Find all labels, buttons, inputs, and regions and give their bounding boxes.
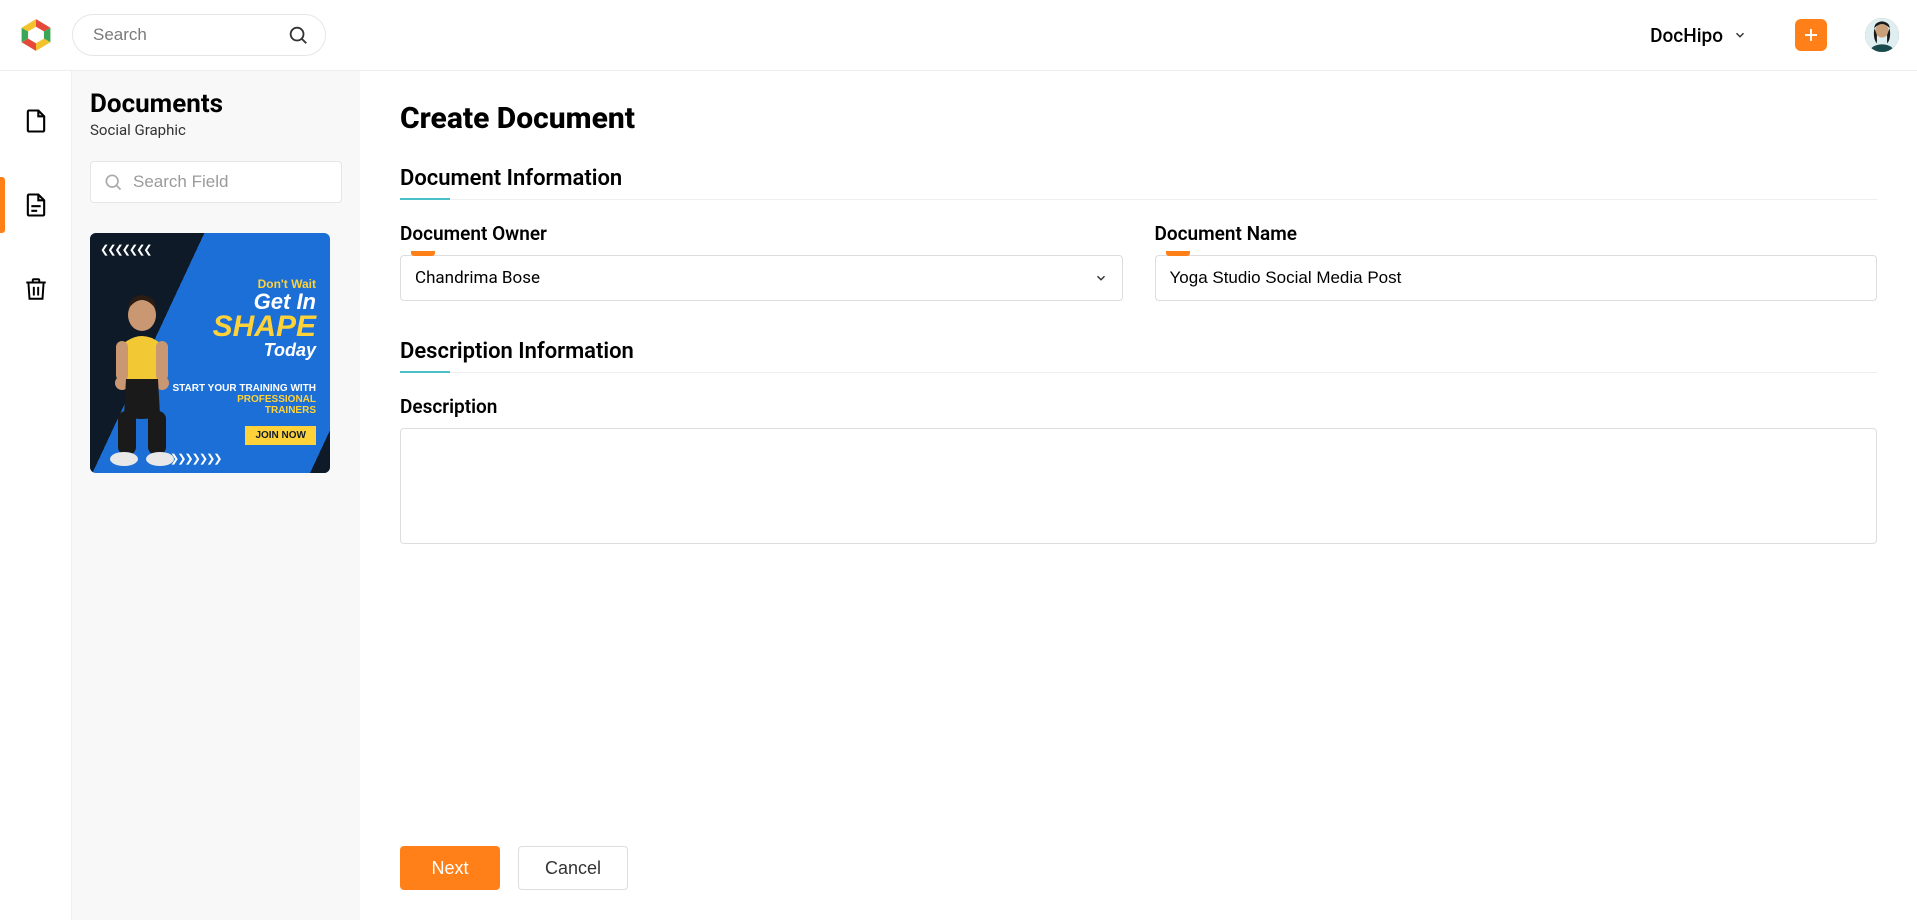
chevron-down-icon: [1094, 271, 1108, 285]
form-actions: Next Cancel: [400, 826, 1877, 890]
form-row-info: Document Owner Chandrima Bose Document N…: [400, 222, 1877, 301]
input-document-name-wrap: [1155, 255, 1878, 301]
app-logo: [18, 17, 54, 53]
label-document-owner: Document Owner: [400, 222, 1123, 245]
panel-subtype: Social Graphic: [90, 121, 342, 139]
label-description: Description: [400, 395, 1877, 418]
icon-rail: [0, 71, 72, 920]
label-document-name: Document Name: [1155, 222, 1878, 245]
select-value: Chandrima Bose: [415, 268, 540, 288]
rail-item-trash[interactable]: [0, 259, 71, 319]
topbar: DocHipo: [0, 0, 1917, 71]
global-search[interactable]: [72, 14, 326, 56]
form-row-description: Description: [400, 395, 1877, 548]
workspace-dropdown[interactable]: DocHipo: [1650, 24, 1747, 47]
chevron-left-decor: ❮❮❮❮❮❮❮: [100, 243, 151, 256]
create-button[interactable]: [1795, 19, 1827, 51]
content: Create Document Document Information Doc…: [360, 71, 1917, 920]
trash-icon: [23, 276, 49, 302]
panel-title: Documents: [90, 89, 342, 119]
section-description-information: Description Information: [400, 339, 1877, 373]
textarea-description[interactable]: [400, 428, 1877, 544]
field-description: Description: [400, 395, 1877, 548]
person-illustration: [94, 287, 204, 467]
user-avatar[interactable]: [1865, 18, 1899, 52]
chevron-down-icon: [1733, 28, 1747, 42]
input-document-name[interactable]: [1170, 256, 1863, 300]
file-icon: [22, 107, 50, 135]
thumb-cta: JOIN NOW: [245, 426, 316, 445]
cancel-button[interactable]: Cancel: [518, 846, 628, 890]
search-icon: [103, 172, 123, 192]
template-thumbnail[interactable]: ❮❮❮❮❮❮❮ Don't Wait Get In SHAPE Today: [90, 233, 330, 473]
documents-panel: Documents Social Graphic ❮❮❮❮❮❮❮: [72, 71, 360, 920]
page-title: Create Document: [400, 101, 1877, 136]
field-document-owner: Document Owner Chandrima Bose: [400, 222, 1123, 301]
rail-item-documents[interactable]: [0, 175, 71, 235]
rail-item-blank-document[interactable]: [0, 91, 71, 151]
section-document-information: Document Information: [400, 166, 1877, 200]
field-search-input[interactable]: [133, 172, 341, 192]
thumb-headline: Don't Wait Get In SHAPE Today: [213, 277, 316, 359]
search-icon: [287, 24, 309, 46]
field-document-name: Document Name: [1155, 222, 1878, 301]
chevron-right-decor: ❯❯❯❯❯❯❯: [170, 452, 221, 465]
main: Documents Social Graphic ❮❮❮❮❮❮❮: [0, 71, 1917, 920]
thumb-subtext: START YOUR TRAINING WITH PROFESSIONAL TR…: [172, 383, 316, 416]
workspace-name: DocHipo: [1650, 24, 1723, 47]
field-search[interactable]: [90, 161, 342, 203]
plus-icon: [1802, 26, 1820, 44]
document-icon: [22, 191, 50, 219]
next-button[interactable]: Next: [400, 846, 500, 890]
global-search-input[interactable]: [93, 25, 275, 45]
select-document-owner[interactable]: Chandrima Bose: [400, 255, 1123, 301]
